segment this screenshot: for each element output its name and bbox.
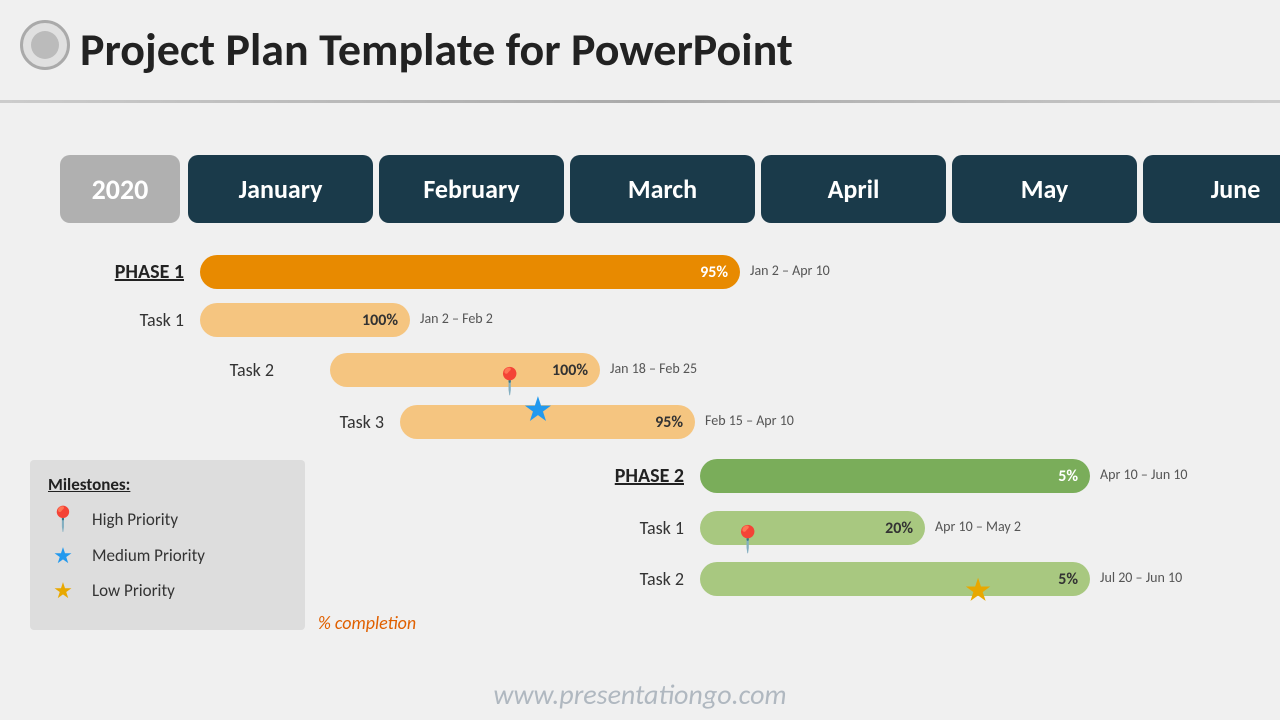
phase1-task1-percent: 100% (362, 311, 398, 330)
medium-priority-milestone-1: ★ (525, 392, 552, 429)
legend-medium-label: Medium Priority (92, 545, 205, 566)
legend-medium-icon: ★ (48, 542, 78, 569)
high-priority-milestone-2: 📍 (732, 523, 764, 555)
legend-item-medium: ★ Medium Priority (48, 542, 287, 569)
phase1-task3-dates: Feb 15 – Apr 10 (705, 412, 794, 429)
legend-high-label: High Priority (92, 509, 178, 530)
slide: Project Plan Template for PowerPoint 202… (0, 0, 1280, 720)
phase1-task1-label: Task 1 (60, 309, 200, 331)
month-january: January (188, 155, 373, 223)
phase2-task2-percent: 5% (1058, 570, 1078, 589)
completion-note: % completion (318, 612, 416, 634)
legend-low-label: Low Priority (92, 580, 175, 601)
phase1-bar: 95% (200, 255, 740, 289)
low-priority-milestone-1: ★ (965, 573, 990, 608)
phase1-percent: 95% (700, 263, 728, 282)
month-february: February (379, 155, 564, 223)
phase1-task3-percent: 95% (655, 413, 683, 432)
month-march: March (570, 155, 755, 223)
month-may: May (952, 155, 1137, 223)
legend-box: Milestones: 📍 High Priority ★ Medium Pri… (30, 460, 305, 630)
phase2-task2-bar: ★ 5% (700, 562, 1090, 596)
high-priority-milestone-1: 📍 (494, 365, 526, 397)
phase1-task2-bar: 📍 100% (330, 353, 600, 387)
phase1-task1-dates: Jan 2 – Feb 2 (420, 310, 493, 327)
legend-item-low: ★ Low Priority (48, 577, 287, 604)
phase1-task3-label: Task 3 (60, 411, 400, 433)
logo-circle (20, 20, 70, 70)
phase2-task2-dates: Jul 20 – Jun 10 (1100, 569, 1182, 586)
slide-title: Project Plan Template for PowerPoint (80, 22, 793, 78)
month-header-row: 2020 January February March April May Ju… (60, 155, 1280, 223)
phase1-task1-bar: 100% (200, 303, 410, 337)
month-april: April (761, 155, 946, 223)
phase1-task3-bar: ★ 95% (400, 405, 695, 439)
phase2-task1-dates: Apr 10 – May 2 (935, 518, 1021, 535)
month-june: June (1143, 155, 1280, 223)
year-box: 2020 (60, 155, 180, 223)
phase2-bar: 5% (700, 459, 1090, 493)
legend-high-icon: 📍 (48, 505, 78, 534)
phase2-task1-percent: 20% (885, 519, 913, 538)
legend-title: Milestones: (48, 474, 287, 495)
phase1-label: PHASE 1 (60, 260, 200, 284)
logo-inner (31, 31, 59, 59)
legend-item-high: 📍 High Priority (48, 505, 287, 534)
legend-low-icon: ★ (48, 577, 78, 604)
phase2-dates: Apr 10 – Jun 10 (1100, 466, 1188, 483)
phase1-task2-label: Task 2 (60, 359, 290, 381)
phase1-task2-dates: Jan 18 – Feb 25 (610, 360, 697, 377)
phase2-task1-bar: 📍 20% (700, 511, 925, 545)
phase2-percent: 5% (1058, 467, 1078, 486)
footer-url: www.presentationgo.com (0, 677, 1280, 712)
title-divider (0, 100, 1280, 103)
phase1-dates: Jan 2 – Apr 10 (750, 262, 830, 279)
phase1-task2-percent: 100% (552, 361, 588, 380)
